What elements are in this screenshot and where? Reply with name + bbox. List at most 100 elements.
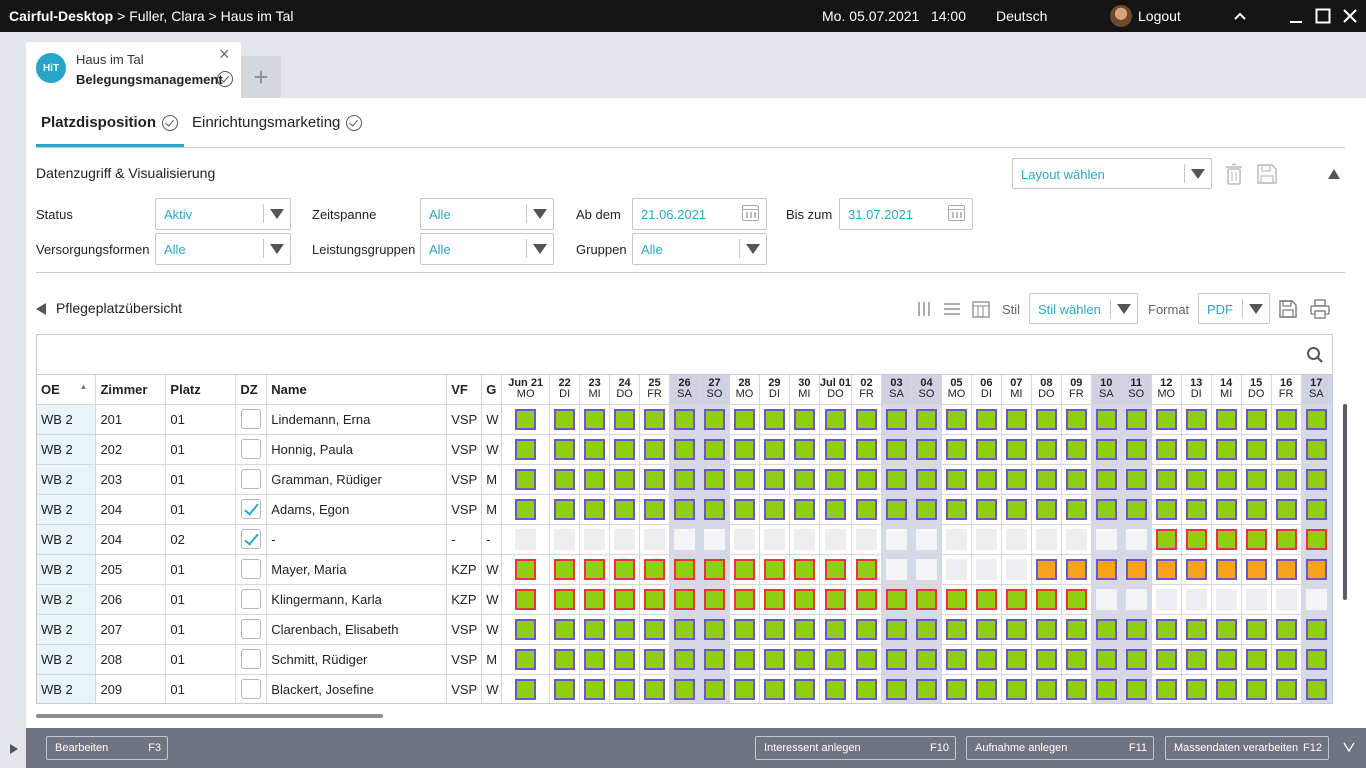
day-cell[interactable] [579, 584, 611, 615]
day-cell[interactable] [971, 404, 1002, 435]
dz-checkbox[interactable] [241, 439, 262, 459]
day-cell[interactable] [1121, 614, 1152, 645]
dz-checkbox[interactable] [241, 469, 262, 489]
day-cell[interactable] [579, 674, 611, 703]
day-cell[interactable] [851, 404, 883, 435]
day-cell[interactable] [639, 674, 671, 703]
day-cell[interactable] [609, 404, 641, 435]
save-icon[interactable] [1255, 162, 1279, 186]
day-cell[interactable] [699, 554, 730, 585]
day-cell[interactable] [851, 434, 883, 465]
day-cell[interactable] [1301, 614, 1332, 645]
day-cell[interactable] [1061, 584, 1092, 615]
day-cell[interactable] [941, 584, 972, 615]
dz-checkbox[interactable] [241, 679, 262, 699]
day-cell[interactable] [1301, 584, 1332, 615]
day-cell[interactable] [609, 674, 641, 703]
dz-checkbox[interactable] [241, 589, 262, 609]
day-cell[interactable] [1061, 644, 1092, 675]
dz-checkbox[interactable] [241, 409, 262, 429]
day-cell[interactable] [1301, 674, 1332, 703]
day-cell[interactable] [1061, 614, 1092, 645]
day-cell[interactable] [1241, 494, 1272, 525]
day-cell[interactable] [501, 554, 551, 585]
format-select[interactable]: PDF [1198, 293, 1270, 324]
day-cell[interactable] [639, 584, 671, 615]
day-cell[interactable] [699, 644, 730, 675]
day-cell[interactable] [881, 494, 912, 525]
day-cell[interactable] [789, 644, 820, 675]
day-cell[interactable] [549, 554, 581, 585]
day-cell[interactable] [789, 674, 820, 703]
day-cell[interactable] [851, 524, 883, 555]
day-cell[interactable] [1211, 614, 1242, 645]
day-cell[interactable] [819, 524, 853, 555]
day-cell[interactable] [1121, 674, 1152, 703]
collapse-up-icon[interactable] [1326, 166, 1342, 182]
day-cell[interactable] [639, 644, 671, 675]
day-cell[interactable] [1181, 554, 1212, 585]
day-cell[interactable] [1271, 464, 1302, 495]
day-cell[interactable] [1241, 614, 1272, 645]
calendar-icon[interactable] [948, 205, 965, 221]
day-cell[interactable] [759, 464, 790, 495]
day-cell[interactable] [609, 464, 641, 495]
day-cell[interactable] [609, 434, 641, 465]
day-cell[interactable] [1061, 404, 1092, 435]
day-cell[interactable] [1211, 674, 1242, 703]
day-cell[interactable] [1091, 494, 1122, 525]
day-cell[interactable] [669, 674, 700, 703]
day-cell[interactable] [501, 584, 551, 615]
day-cell[interactable] [789, 614, 820, 645]
day-cell[interactable] [669, 614, 700, 645]
day-cell[interactable] [1001, 584, 1032, 615]
day-cell[interactable] [971, 674, 1002, 703]
day-cell[interactable] [1181, 434, 1212, 465]
add-tab-button[interactable]: + [241, 56, 281, 98]
day-cell[interactable] [1151, 464, 1182, 495]
day-cell[interactable] [881, 674, 912, 703]
day-cell[interactable] [759, 434, 790, 465]
aufnahme-anlegen-button[interactable]: Aufnahme anlegen F11 [966, 736, 1154, 760]
day-cell[interactable] [549, 674, 581, 703]
day-cell[interactable] [851, 464, 883, 495]
day-cell[interactable] [759, 674, 790, 703]
day-cell[interactable] [1031, 434, 1062, 465]
day-cell[interactable] [1151, 404, 1182, 435]
table-row[interactable]: WB 2 203 01 Gramman, Rüdiger VSP M [37, 464, 1332, 495]
day-cell[interactable] [1211, 464, 1242, 495]
day-cell[interactable] [881, 584, 912, 615]
day-cell[interactable] [1241, 644, 1272, 675]
minimize-icon[interactable] [1286, 6, 1306, 26]
day-cell[interactable] [1151, 494, 1182, 525]
day-cell[interactable] [881, 434, 912, 465]
day-cell[interactable] [579, 644, 611, 675]
day-cell[interactable] [941, 404, 972, 435]
day-cell[interactable] [1121, 464, 1152, 495]
day-cell[interactable] [971, 524, 1002, 555]
day-cell[interactable] [1061, 464, 1092, 495]
dz-checkbox[interactable] [241, 529, 262, 549]
day-cell[interactable] [911, 674, 942, 703]
day-cell[interactable] [1001, 404, 1032, 435]
day-cell[interactable] [1181, 524, 1212, 555]
logout-button[interactable]: Logout [1138, 8, 1181, 24]
day-cell[interactable] [759, 584, 790, 615]
day-cell[interactable] [1001, 554, 1032, 585]
day-cell[interactable] [549, 434, 581, 465]
dz-checkbox[interactable] [241, 649, 262, 669]
day-cell[interactable] [1241, 554, 1272, 585]
day-cell[interactable] [729, 434, 760, 465]
day-cell[interactable] [1241, 584, 1272, 615]
col-header-zimmer[interactable]: Zimmer [95, 375, 167, 405]
day-cell[interactable] [609, 644, 641, 675]
day-cell[interactable] [669, 404, 700, 435]
day-cell[interactable] [1061, 434, 1092, 465]
day-cell[interactable] [1001, 674, 1032, 703]
day-cell[interactable] [941, 674, 972, 703]
day-cell[interactable] [1151, 584, 1182, 615]
day-cell[interactable] [1001, 614, 1032, 645]
day-cell[interactable] [911, 464, 942, 495]
zeitspanne-select[interactable]: Alle [420, 198, 554, 230]
day-cell[interactable] [941, 614, 972, 645]
